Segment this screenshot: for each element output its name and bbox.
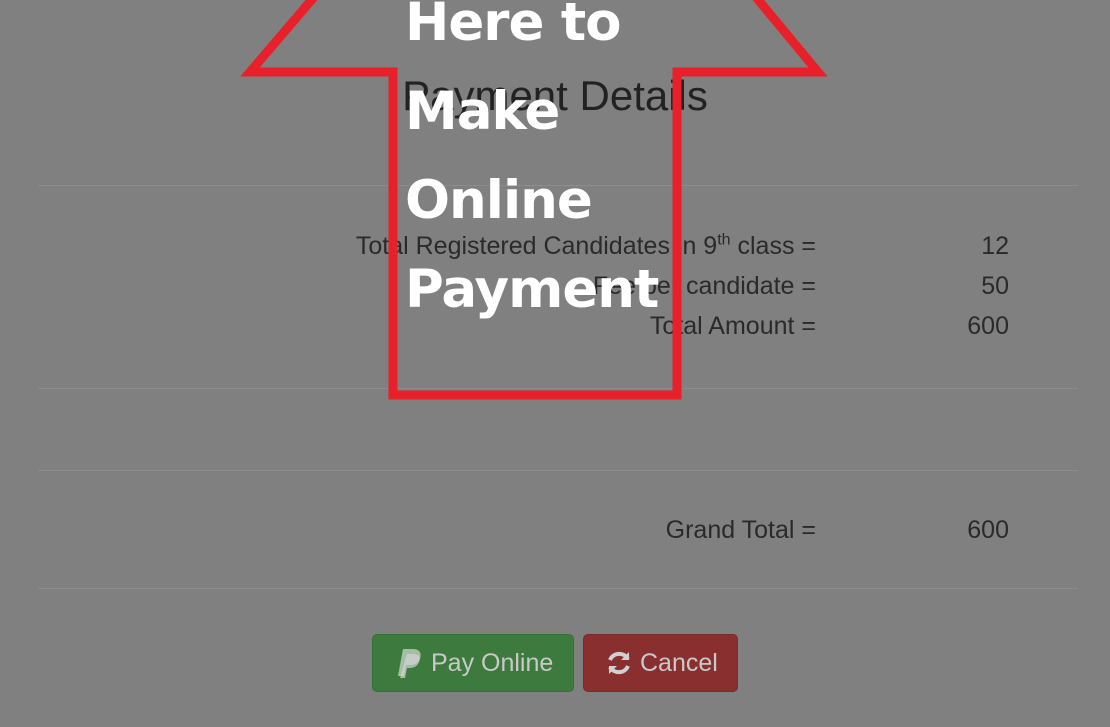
instruction-annotation: Here to Make Online Payment	[0, 0, 1110, 727]
annotation-line: Online	[405, 170, 593, 231]
annotation-line: Make	[405, 81, 560, 142]
annotation-line: Payment	[405, 259, 659, 320]
annotation-line: Here to	[405, 0, 622, 53]
annotation-text: Here to Make Online Payment	[405, 0, 659, 334]
